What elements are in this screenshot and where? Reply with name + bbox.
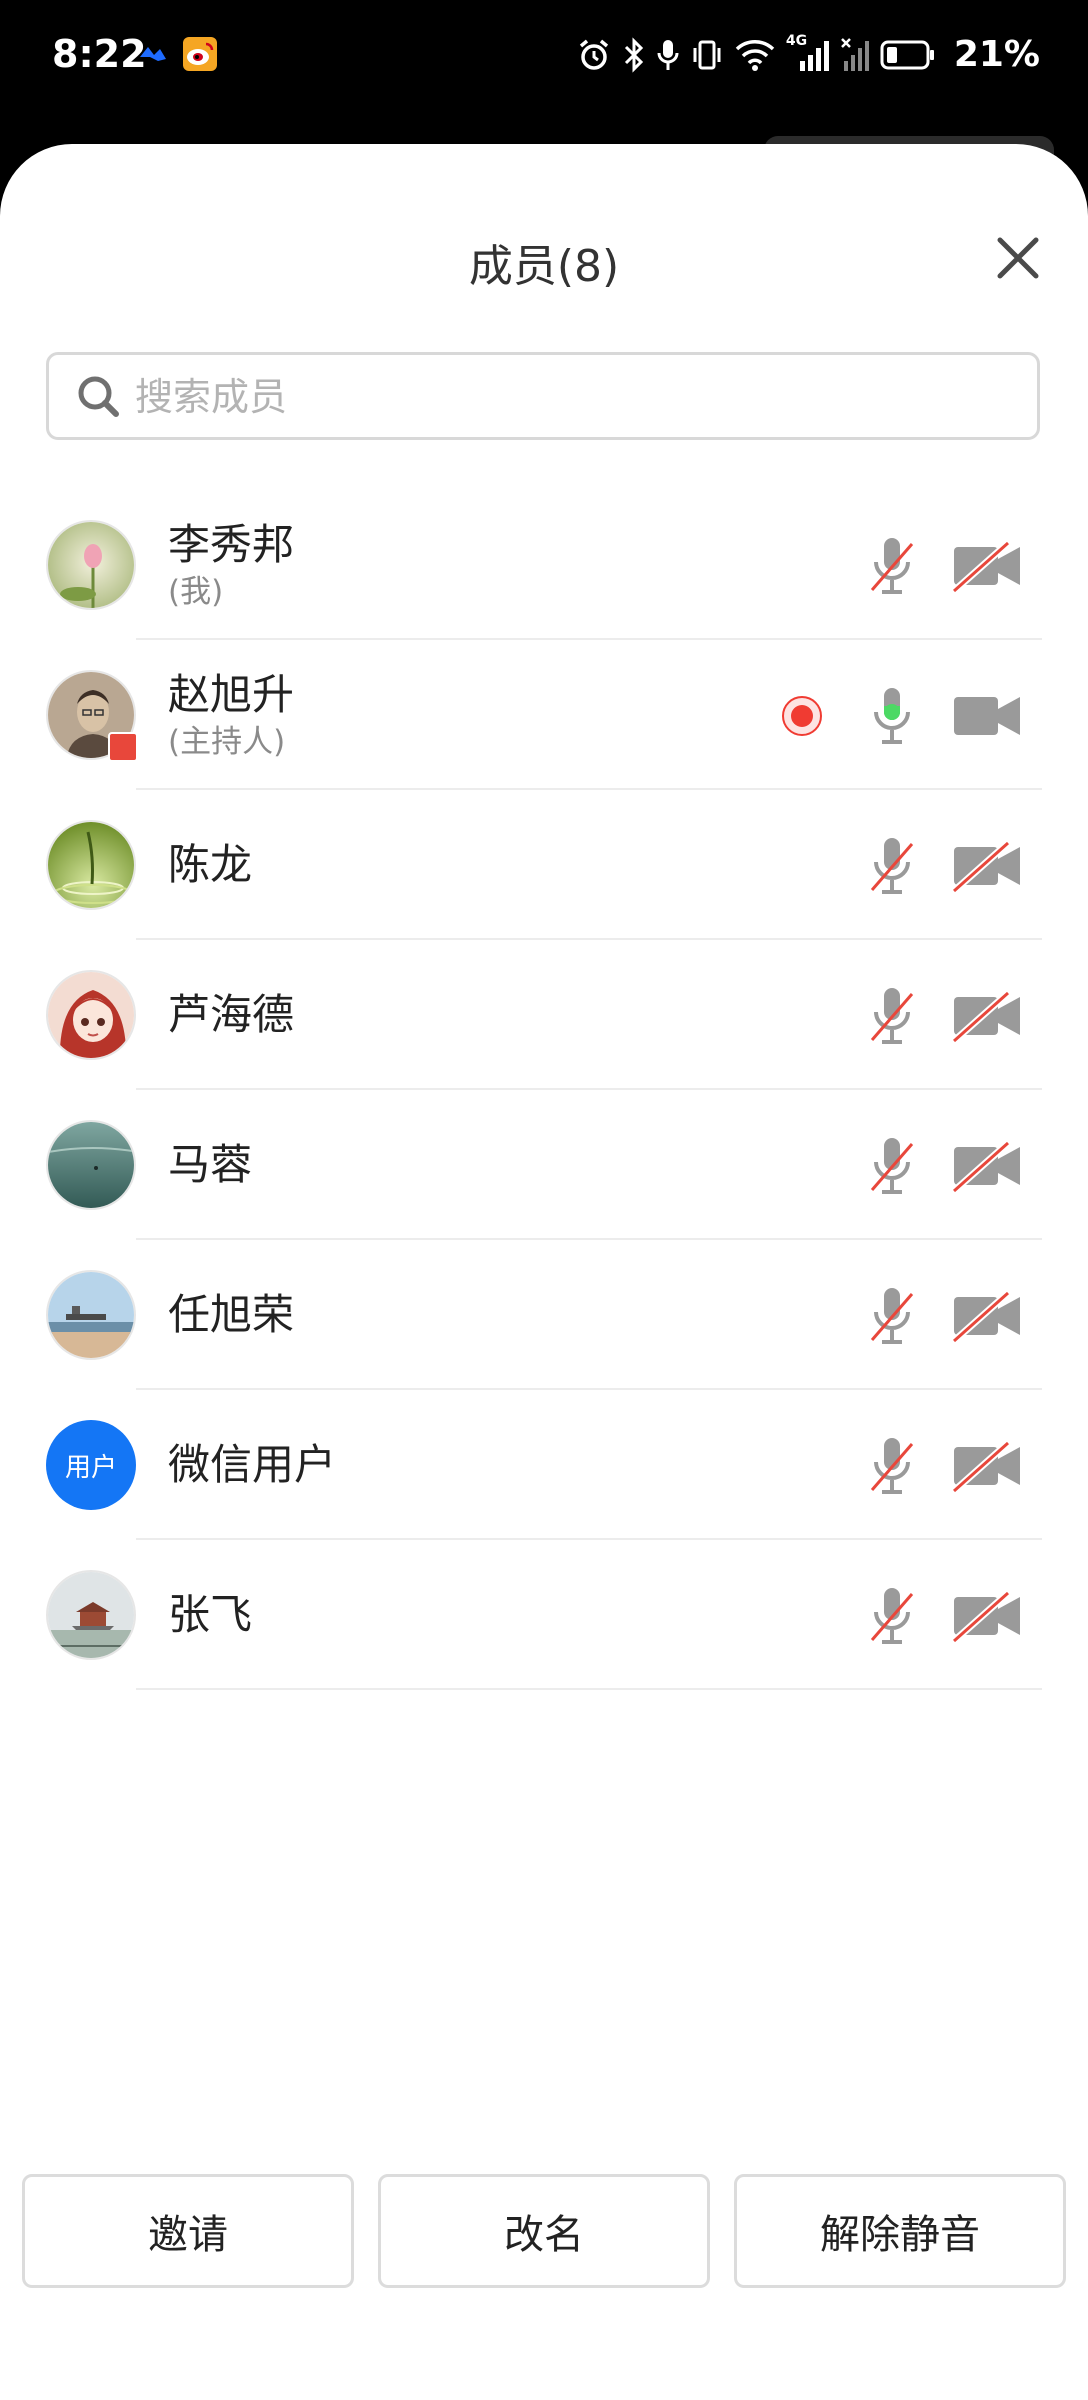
member-status-icons: [868, 1584, 1022, 1648]
avatar: [46, 820, 136, 910]
member-status-icons: [868, 834, 1022, 898]
member-row[interactable]: 张飞: [0, 1540, 1088, 1690]
member-name: 李秀邦: [168, 520, 295, 569]
camera-off-icon[interactable]: [952, 1589, 1022, 1643]
mic-muted-icon[interactable]: [868, 1434, 916, 1498]
mic-muted-icon[interactable]: [868, 1284, 916, 1348]
alarm-icon: [579, 39, 608, 70]
camera-off-icon[interactable]: [952, 539, 1022, 593]
status-time: 8:22: [52, 32, 147, 76]
mic-muted-icon[interactable]: [868, 534, 916, 598]
recording-icon: [782, 696, 822, 736]
member-name: 陈龙: [168, 840, 253, 889]
member-name: 芦海德: [168, 990, 295, 1039]
mic-muted-icon[interactable]: [868, 1134, 916, 1198]
signal-no-sim-icon: [840, 37, 869, 71]
mic-muted-icon[interactable]: [868, 1584, 916, 1648]
mic-active-icon[interactable]: [868, 684, 916, 748]
member-role: (我): [168, 574, 224, 610]
mic-muted-icon[interactable]: [868, 984, 916, 1048]
member-status-icons: [868, 1434, 1022, 1498]
row-divider: [136, 1688, 1042, 1690]
member-info: 陈龙: [168, 790, 252, 940]
member-info: 马蓉: [168, 1090, 252, 1240]
feishu-icon: [140, 47, 166, 61]
member-role: (主持人): [168, 724, 286, 760]
avatar: [46, 1570, 136, 1660]
member-row[interactable]: 用户 微信用户: [0, 1390, 1088, 1540]
member-row[interactable]: 任旭荣: [0, 1240, 1088, 1390]
avatar: [46, 970, 136, 1060]
weibo-icon: [183, 37, 217, 71]
member-name: 微信用户: [168, 1440, 337, 1489]
wifi-icon: [735, 39, 775, 71]
close-icon[interactable]: [986, 226, 1050, 290]
member-list: 李秀邦 (我) 赵旭升 (主持人) 陈龙 芦海德 马蓉 任旭荣 用户 微信用户 …: [0, 490, 1088, 1690]
avatar: [46, 1120, 136, 1210]
unmute-button[interactable]: 解除静音: [734, 2174, 1066, 2288]
camera-off-icon[interactable]: [952, 839, 1022, 893]
action-bar: 邀请 改名 解除静音: [22, 2174, 1066, 2288]
search-box[interactable]: [46, 352, 1040, 440]
member-status-icons: [868, 1134, 1022, 1198]
search-input[interactable]: [133, 365, 1017, 429]
camera-off-icon[interactable]: [952, 989, 1022, 1043]
invite-button[interactable]: 邀请: [22, 2174, 354, 2288]
member-row[interactable]: 赵旭升 (主持人): [0, 640, 1088, 790]
battery-percent: 21%: [953, 34, 1040, 75]
camera-off-icon[interactable]: [952, 1439, 1022, 1493]
camera-off-icon[interactable]: [952, 1289, 1022, 1343]
member-info: 张飞: [168, 1540, 252, 1690]
avatar: [46, 520, 136, 610]
avatar: [46, 1270, 136, 1360]
member-name: 任旭荣: [168, 1290, 295, 1339]
member-status-icons: [868, 534, 1022, 598]
member-info: 芦海德: [168, 940, 294, 1090]
member-row[interactable]: 李秀邦 (我): [0, 490, 1088, 640]
bluetooth-icon: [624, 36, 643, 73]
member-status-icons: [868, 1284, 1022, 1348]
system-icons: 4G 21%: [576, 33, 1040, 75]
mic-muted-icon[interactable]: [868, 834, 916, 898]
camera-off-icon[interactable]: [952, 1139, 1022, 1193]
status-bar: 8:22 4G 21%: [0, 0, 1088, 120]
members-panel: 成员(8) 李秀邦 (我): [0, 144, 1088, 2400]
search-icon: [78, 376, 119, 417]
member-info: 任旭荣: [168, 1240, 294, 1390]
member-row[interactable]: 马蓉: [0, 1090, 1088, 1240]
avatar: 用户: [46, 1420, 136, 1510]
battery-icon: [880, 40, 934, 69]
member-info: 微信用户: [168, 1390, 336, 1540]
member-name: 马蓉: [168, 1140, 253, 1189]
member-row[interactable]: 芦海德: [0, 940, 1088, 1090]
member-info: 李秀邦 (我): [168, 490, 294, 640]
host-badge: [108, 732, 138, 762]
member-name: 赵旭升: [168, 670, 295, 719]
signal-icon: 4G: [786, 33, 830, 73]
member-info: 赵旭升 (主持人): [168, 640, 294, 790]
member-row[interactable]: 陈龙: [0, 790, 1088, 940]
mic-icon: [657, 39, 679, 70]
panel-title: 成员(8): [468, 241, 620, 292]
member-status-icons: [780, 684, 1022, 748]
vibrate-icon: [693, 40, 721, 69]
camera-on-icon[interactable]: [952, 689, 1022, 743]
member-status-icons: [868, 984, 1022, 1048]
notification-icons: [138, 36, 218, 72]
member-name: 张飞: [168, 1590, 253, 1639]
rename-button[interactable]: 改名: [378, 2174, 710, 2288]
